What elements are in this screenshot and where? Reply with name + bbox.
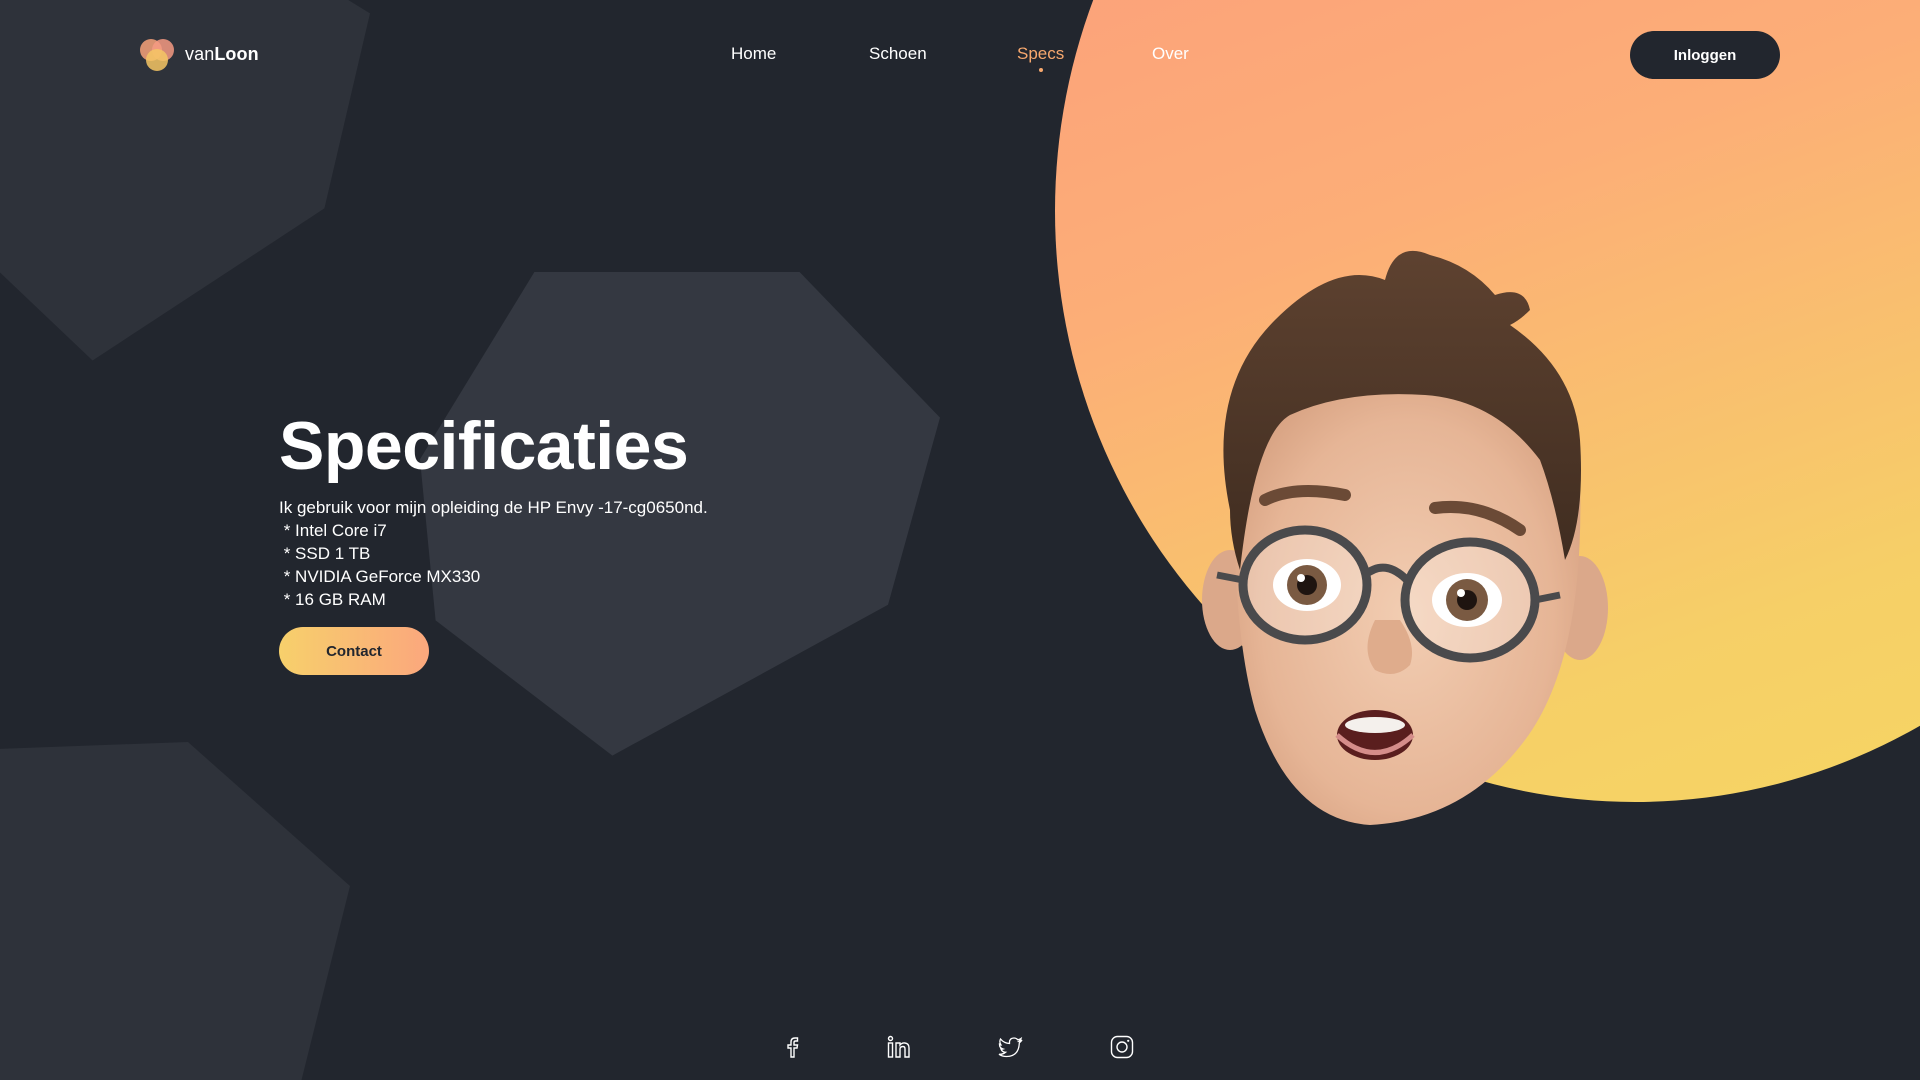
logo[interactable]: vanLoon: [139, 36, 259, 72]
spec-item-gpu: * NVIDIA GeForce MX330: [279, 567, 481, 586]
hero-section: Specificaties Ik gebruik voor mijn oplei…: [279, 405, 879, 675]
nav-item-specs[interactable]: Specs: [1017, 44, 1065, 72]
hero-intro: Ik gebruik voor mijn opleiding de HP Env…: [279, 498, 708, 517]
linkedin-icon[interactable]: [886, 1034, 912, 1060]
logo-mark-icon: [139, 36, 175, 72]
instagram-icon[interactable]: [1109, 1034, 1135, 1060]
social-links: [0, 1034, 1920, 1064]
twitter-icon[interactable]: [998, 1034, 1024, 1060]
page: vanLoon Home Schoen Specs Over Inloggen …: [0, 0, 1920, 1080]
login-button[interactable]: Inloggen: [1630, 31, 1780, 79]
nav-item-over[interactable]: Over: [1152, 44, 1189, 64]
nav-item-home[interactable]: Home: [731, 44, 776, 64]
contact-button[interactable]: Contact: [279, 627, 429, 675]
logo-text: vanLoon: [185, 44, 259, 65]
page-title: Specificaties: [279, 408, 689, 484]
nav-item-schoen[interactable]: Schoen: [869, 44, 927, 64]
spec-item-ram: * 16 GB RAM: [279, 590, 386, 609]
logo-prefix: van: [185, 43, 215, 64]
background-hexagon-bottom-left: [0, 742, 350, 1080]
spec-item-ssd: * SSD 1 TB: [279, 544, 371, 563]
active-indicator-dot: [1038, 68, 1043, 72]
hero-description: Ik gebruik voor mijn opleiding de HP Env…: [279, 496, 879, 611]
spec-item-cpu: * Intel Core i7: [279, 521, 387, 540]
nav-item-specs-label: Specs: [1017, 44, 1065, 63]
logo-name: Loon: [214, 43, 259, 64]
memoji-avatar-icon: [1202, 250, 1608, 825]
facebook-icon[interactable]: [780, 1034, 806, 1060]
